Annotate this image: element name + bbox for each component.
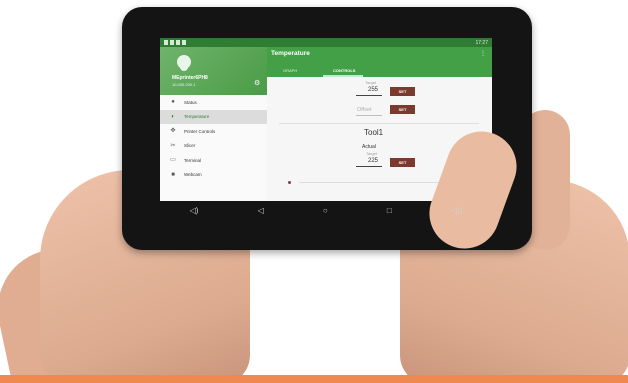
thermometer-icon: ◐ [171, 113, 175, 120]
back-icon[interactable]: ◁ [258, 206, 264, 215]
scissors-icon: ✂ [170, 142, 176, 149]
navigation-drawer: MEprinter6PH8 10.200.200.1 ⚙ ● Status ◐ … [160, 47, 267, 201]
drawer-item-webcam[interactable]: ■ Webcam [160, 168, 267, 183]
move-icon: ✥ [170, 128, 176, 135]
page-indicator-dot [288, 181, 291, 184]
drawer-item-temperature[interactable]: ◐ Temperature [160, 109, 267, 124]
tool-actual-label: Actual [362, 144, 376, 150]
octoprint-logo-icon [177, 55, 191, 71]
webcam-icon: ■ [171, 171, 175, 178]
drawer-item-label: Webcam [184, 172, 202, 178]
printer-address: 10.200.200.1 [172, 82, 196, 87]
drawer-item-label: Slicer [184, 143, 196, 149]
tool-target-underline [356, 166, 382, 167]
status-bar: 17:27 [160, 38, 492, 47]
drawer-item-label: Temperature [184, 114, 210, 120]
info-icon: ● [171, 99, 175, 106]
drawer-header: MEprinter6PH8 10.200.200.1 ⚙ [160, 47, 267, 95]
offset-input[interactable]: Offset [357, 107, 372, 113]
drawer-item-slicer[interactable]: ✂ Slicer [160, 139, 267, 154]
gear-icon[interactable]: ⚙ [254, 80, 260, 87]
bed-target-label: Target [365, 80, 377, 85]
volume-up-icon[interactable]: ◁)) [451, 206, 462, 215]
printer-name: MEprinter6PH8 [172, 75, 208, 81]
drawer-item-status[interactable]: ● Status [160, 95, 267, 110]
drawer-item-terminal[interactable]: ▭ Terminal [160, 153, 267, 168]
terminal-icon: ▭ [170, 157, 176, 164]
bed-set-button[interactable]: SET [390, 87, 415, 96]
bed-target-input[interactable]: 255 [368, 87, 378, 93]
android-nav-bar: ◁) ◁ ○ □ ◁)) [160, 201, 492, 219]
volume-down-icon[interactable]: ◁) [190, 206, 199, 215]
tool-title: Tool1 [364, 128, 384, 137]
drawer-item-label: Printer Controls [184, 128, 216, 134]
notification-icons [164, 40, 186, 45]
notification-icon [182, 40, 186, 45]
drawer-item-label: Status [184, 99, 197, 105]
notification-icon [170, 40, 174, 45]
tool-set-button[interactable]: SET [390, 158, 415, 167]
offset-set-button[interactable]: SET [390, 105, 415, 114]
bed-target-underline [356, 95, 382, 96]
tool-target-input[interactable]: 225 [368, 158, 378, 164]
status-time: 17:27 [475, 39, 488, 46]
notification-icon [164, 40, 168, 45]
photo-stage: 17:27 MEprinter6PH8 10.200.200.1 ⚙ ● Sta… [0, 0, 628, 383]
accent-strip [0, 375, 628, 383]
page-title: Temperature [271, 50, 310, 57]
drawer-item-printer-controls[interactable]: ✥ Printer Controls [160, 124, 267, 139]
overflow-menu-icon[interactable]: ⋮ [480, 50, 486, 57]
app-toolbar: Temperature ⋮ GRAPH CONTROLS [267, 47, 492, 77]
drawer-item-label: Terminal [184, 157, 202, 163]
offset-underline [356, 115, 382, 116]
notification-icon [176, 40, 180, 45]
section-divider [279, 123, 479, 124]
tab-controls[interactable]: CONTROLS [333, 68, 355, 73]
home-icon[interactable]: ○ [323, 206, 328, 215]
tool-target-label: Target [366, 151, 378, 156]
tab-graph[interactable]: GRAPH [283, 68, 297, 73]
recents-icon[interactable]: □ [387, 206, 392, 215]
